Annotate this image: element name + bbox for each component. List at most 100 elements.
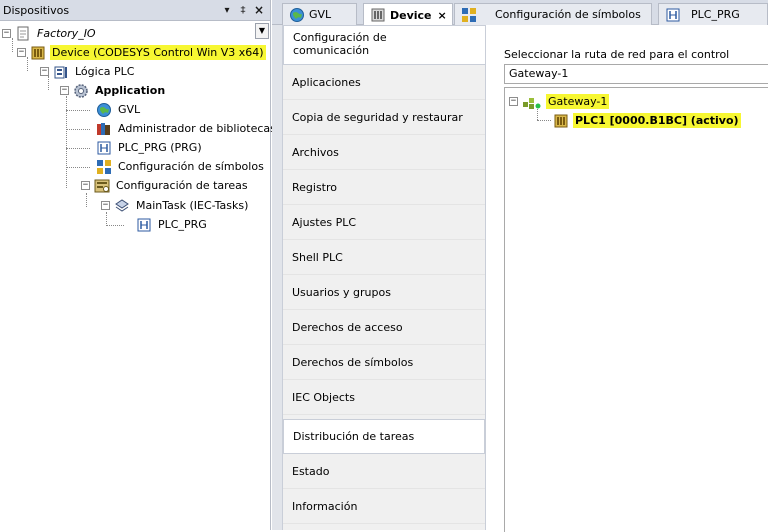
devices-panel-header: Dispositivos ▾ ‡ × [0, 0, 270, 21]
nav-item-plc-settings[interactable]: Ajustes PLC [283, 205, 485, 240]
communication-settings: Seleccionar la ruta de red para el contr… [486, 25, 768, 532]
tab-label: Configuración de símbolos [495, 8, 641, 21]
nav-item-backup-restore[interactable]: Copia de seguridad y restaurar [283, 100, 485, 135]
nav-item-log[interactable]: Registro [283, 170, 485, 205]
panel-pin-icon[interactable]: ‡ [235, 5, 251, 16]
tab-symbol-config[interactable]: Configuración de símbolos [454, 3, 652, 25]
program-icon [96, 140, 112, 156]
tree-label-task-config: Configuración de tareas [116, 179, 248, 192]
nav-item-applications[interactable]: Aplicaciones [283, 65, 485, 100]
nav-item-label: IEC Objects [292, 390, 355, 404]
nav-item-symbol-rights[interactable]: Derechos de símbolos [283, 345, 485, 380]
globe-icon [289, 7, 305, 23]
tree-item-device[interactable]: − Device (CODESYS Control Win V3 x64) [17, 43, 266, 62]
tree-dropdown-button[interactable]: ▼ [255, 23, 269, 39]
gateway-icon [522, 94, 542, 110]
collapse-icon[interactable]: − [509, 97, 518, 106]
tree-item-plc-prg[interactable]: PLC_PRG (PRG) [96, 138, 204, 157]
nav-item-users-groups[interactable]: Usuarios y grupos [283, 275, 485, 310]
nav-item-plc-shell[interactable]: Shell PLC [283, 240, 485, 275]
editor-tab-bar: GVL Device × Configuración de símbolos P… [272, 0, 768, 26]
route-label: Seleccionar la ruta de red para el contr… [504, 48, 730, 61]
nav-item-label: Ajustes PLC [292, 215, 357, 229]
plc-device-icon [553, 113, 569, 129]
nav-item-iec-objects[interactable]: IEC Objects [283, 380, 485, 415]
program-icon [665, 7, 681, 23]
tab-plc-prg[interactable]: PLC_PRG [658, 3, 768, 25]
collapse-icon[interactable]: − [81, 181, 90, 190]
device-editor: Configuración de comunicación Aplicacion… [272, 25, 768, 532]
nav-item-communication[interactable]: Configuración de comunicación [283, 25, 485, 65]
nav-item-label: Registro [292, 180, 338, 194]
tree-item-gvl[interactable]: GVL [96, 100, 142, 119]
device-icon [30, 45, 46, 61]
nav-item-label: Información [292, 499, 358, 513]
tab-label: Device [390, 8, 432, 22]
task-config-icon [94, 178, 110, 194]
network-item-gateway[interactable]: − Gateway-1 [509, 92, 610, 111]
tree-label-gvl: GVL [118, 103, 141, 116]
tree-label-library-manager: Administrador de bibliotecas [118, 122, 276, 135]
tree-item-symbol-config[interactable]: Configuración de símbolos [96, 157, 266, 176]
device-side-nav: Configuración de comunicación Aplicacion… [283, 25, 486, 530]
collapse-icon[interactable]: − [40, 67, 49, 76]
nav-item-information[interactable]: Información [283, 489, 485, 524]
globe-icon [96, 102, 112, 118]
nav-item-label: Shell PLC [292, 250, 343, 264]
nav-item-label: Estado [292, 464, 330, 478]
nav-item-label: Derechos de símbolos [292, 355, 414, 369]
collapse-icon[interactable]: − [101, 201, 110, 210]
device-icon [370, 7, 386, 23]
nav-item-label: Copia de seguridad y restaurar [292, 110, 463, 124]
nav-item-files[interactable]: Archivos [283, 135, 485, 170]
nav-item-status[interactable]: Estado [283, 454, 485, 489]
nav-item-label: Usuarios y grupos [292, 285, 391, 299]
tree-item-project[interactable]: − Factory_IO [2, 24, 98, 43]
nav-item-label: Derechos de acceso [292, 320, 403, 334]
tree-item-task-plc-prg[interactable]: PLC_PRG [136, 215, 209, 234]
program-call-icon [136, 217, 152, 233]
tree-label-main-task: MainTask (IEC-Tasks) [136, 199, 249, 212]
tree-label-project: Factory_IO [37, 27, 96, 40]
nav-item-label: Configuración de comunicación [293, 31, 387, 57]
network-tree[interactable]: − Gateway-1 PLC1 [0000.B1BC] (activo) [504, 87, 768, 532]
symbol-config-icon [461, 7, 477, 23]
library-icon [96, 121, 112, 137]
network-label-plc: PLC1 [0000.B1BC] (activo) [573, 113, 741, 128]
tree-item-application[interactable]: − Application [60, 81, 167, 100]
devices-panel: Dispositivos ▾ ‡ × ▼ − Factory_IO − Devi… [0, 0, 276, 530]
network-label-gateway: Gateway-1 [546, 94, 610, 109]
collapse-icon[interactable]: − [2, 29, 11, 38]
tree-item-main-task[interactable]: − MainTask (IEC-Tasks) [101, 196, 250, 215]
collapse-icon[interactable]: − [17, 48, 26, 57]
tab-gvl[interactable]: GVL [282, 3, 357, 25]
tree-item-task-config[interactable]: − Configuración de tareas [81, 176, 250, 195]
tab-label: GVL [309, 8, 332, 21]
nav-item-label: Aplicaciones [292, 75, 361, 89]
panel-dropdown-icon[interactable]: ▾ [219, 5, 235, 16]
symbol-config-icon [96, 159, 112, 175]
gateway-select[interactable]: Gateway-1 [504, 64, 768, 84]
gear-icon [73, 83, 89, 99]
tree-label-plc-prg: PLC_PRG (PRG) [118, 141, 202, 154]
task-icon [114, 198, 130, 214]
tree-label-device: Device (CODESYS Control Win V3 x64) [50, 45, 266, 60]
close-icon[interactable]: × [438, 9, 447, 22]
nav-item-task-deployment[interactable]: Distribución de tareas [283, 419, 485, 454]
tree-label-task-plc-prg: PLC_PRG [158, 218, 207, 231]
project-icon [15, 26, 31, 42]
nav-item-label: Distribución de tareas [293, 430, 415, 443]
panel-close-icon[interactable]: × [251, 3, 267, 17]
tree-item-library-manager[interactable]: Administrador de bibliotecas [96, 119, 278, 138]
editor-left-strip [272, 25, 283, 530]
tree-label-plc-logic: Lógica PLC [75, 65, 135, 78]
tree-item-plc-logic[interactable]: − Lógica PLC [40, 62, 136, 81]
tree-label-application: Application [95, 84, 166, 97]
tree-label-symbol-config: Configuración de símbolos [118, 160, 264, 173]
nav-item-label: Archivos [292, 145, 339, 159]
nav-item-access-rights[interactable]: Derechos de acceso [283, 310, 485, 345]
network-item-plc[interactable]: PLC1 [0000.B1BC] (activo) [553, 111, 741, 130]
tab-label: PLC_PRG [691, 8, 740, 21]
tab-device[interactable]: Device × [363, 3, 453, 26]
collapse-icon[interactable]: − [60, 86, 69, 95]
